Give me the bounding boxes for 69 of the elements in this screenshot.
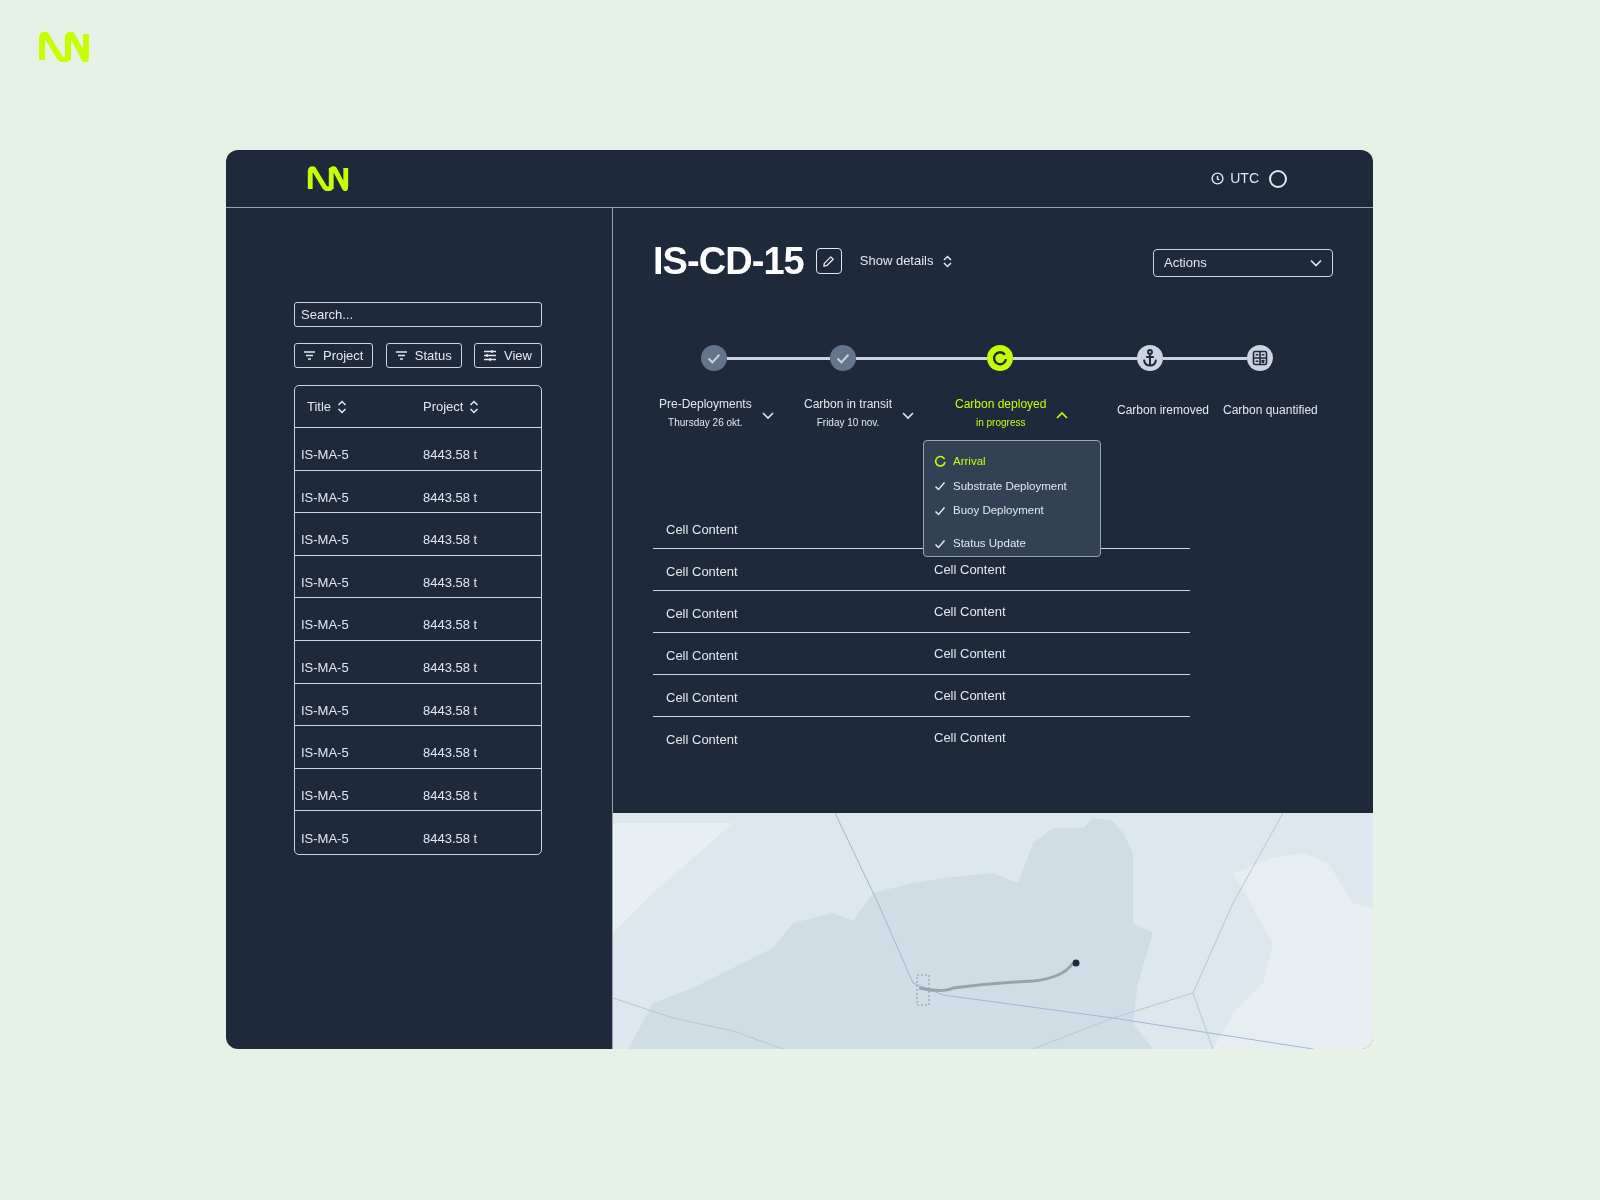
sort-icon (337, 399, 348, 414)
filter-icon (304, 351, 315, 360)
table-cell-text: Cell Content (665, 520, 739, 539)
table-cell-text: Cell Content (665, 688, 739, 707)
step-label: Carbon quantified (1223, 402, 1318, 419)
chevron-up-icon[interactable] (1056, 411, 1069, 420)
table-cell-text: IS-MA-5 (300, 701, 350, 720)
table-cell-text: IS-MA-5 (300, 573, 350, 592)
table-cell-text: 8443.58 t (423, 744, 478, 763)
pencil-icon (822, 254, 836, 268)
table-cell-text: 8443.58 t (423, 786, 478, 805)
table-cell-text: Cell Content (665, 731, 739, 750)
step-label: Pre-Deployments (659, 396, 752, 413)
logo-icon (307, 166, 349, 191)
filter-button[interactable]: Project (294, 343, 374, 368)
table-cell-text: 8443.58 t (423, 701, 478, 720)
chevron-down-icon (1310, 258, 1322, 267)
substep-label: Status Update (953, 536, 1026, 551)
step-date: Friday 10 nov. (816, 416, 880, 430)
substep-label: Arrival (953, 453, 986, 469)
column-header[interactable]: Project (423, 396, 480, 417)
table-cell-text: 8443.58 t (423, 488, 478, 507)
table-cell-text: 8443.58 t (423, 830, 478, 849)
sort-icon (943, 254, 953, 268)
table-cell-text: 8443.58 t (423, 616, 478, 635)
timezone-label: UTC (1230, 169, 1259, 188)
search-field[interactable]: Search... (294, 302, 542, 327)
table-cell-text: Cell Content (934, 644, 1006, 663)
actions-dropdown[interactable]: Actions (1153, 248, 1333, 277)
table-cell-text: Cell Content (934, 686, 1006, 705)
table-cell-text: Cell Content (665, 646, 739, 665)
step-date: in progress (975, 416, 1026, 430)
filter-button[interactable]: Status (385, 343, 462, 368)
table-cell-text: IS-MA-5 (300, 446, 350, 465)
clock-icon (1211, 172, 1225, 185)
table-cell-text: 8443.58 t (423, 659, 478, 678)
table-cell-text: Cell Content (665, 562, 739, 581)
step-date: Thursday 26 okt. (668, 416, 743, 430)
chevron-down-icon[interactable] (902, 411, 915, 420)
view-button[interactable]: View (474, 343, 542, 368)
sliders-icon (484, 350, 497, 361)
step-label: Carbon iremoved (1117, 402, 1210, 419)
table-cell-text: IS-MA-5 (300, 488, 350, 507)
filter-icon (395, 351, 407, 360)
step-label: Carbon deployed (955, 396, 1047, 413)
table-cell-text: IS-MA-5 (300, 531, 350, 550)
table-cell-text: Cell Content (934, 729, 1006, 748)
table-cell-text: IS-MA-5 (300, 659, 350, 678)
table-cell-text: IS-MA-5 (300, 744, 350, 763)
table-cell-text: 8443.58 t (423, 573, 478, 592)
table-cell-text: IS-MA-5 (300, 616, 350, 635)
substep-label: Buoy Deployment (953, 503, 1044, 519)
table-cell-text: IS-MA-5 (300, 830, 350, 849)
table-cell-text: 8443.58 t (423, 531, 478, 550)
record-title: IS-CD-15 (653, 242, 804, 280)
show-details-toggle[interactable]: Show details (859, 251, 953, 271)
substep-label: Substrate Deployment (953, 478, 1067, 494)
table-cell-text: 8443.58 t (423, 446, 478, 465)
step-label: Carbon in transit (804, 396, 893, 413)
timezone-toggle[interactable] (1269, 169, 1287, 188)
logo-icon (38, 32, 90, 62)
table-cell-text: Cell Content (934, 560, 1006, 579)
column-header[interactable]: Title (307, 396, 423, 417)
edit-button[interactable] (815, 248, 842, 274)
chevron-down-icon[interactable] (761, 411, 774, 420)
table-cell-text: Cell Content (934, 602, 1006, 621)
sort-icon (469, 399, 480, 414)
table-cell-text: IS-MA-5 (300, 786, 350, 805)
table-cell-text: Cell Content (665, 604, 739, 623)
